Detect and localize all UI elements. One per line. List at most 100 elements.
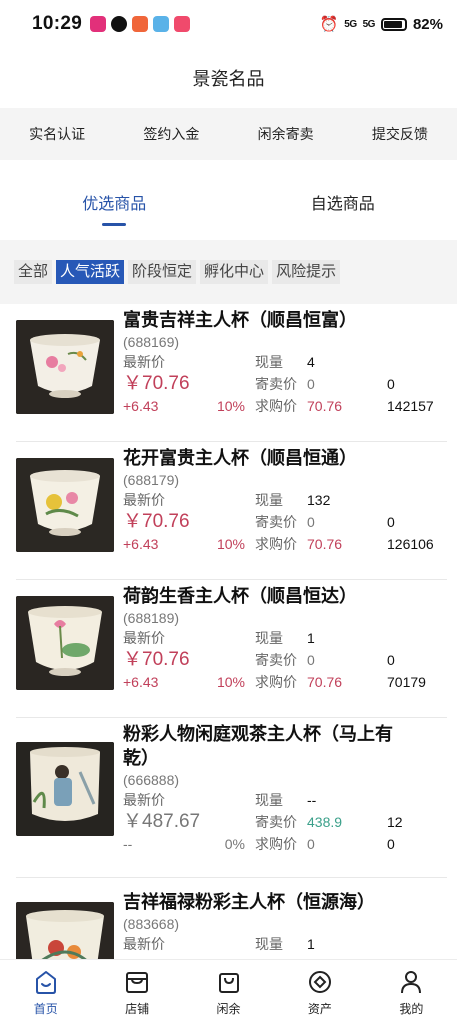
stock-value: -- [307,792,317,808]
change-value: -- [123,836,133,852]
notification-icons [90,16,191,32]
app-notification-icon [132,16,149,32]
consign-price-value: 0 [307,376,315,392]
latest-price-label: 最新价 [123,630,165,646]
change-percent: 10% [216,398,245,414]
bid-qty-value: 126106 [387,536,434,552]
submit-feedback-button[interactable]: 提交反馈 [343,124,457,144]
tab-featured-label: 优选商品 [82,196,147,213]
product-code: (688169) [123,334,180,350]
bid-qty-value: 70179 [387,674,426,690]
change-value: +6.43 [123,536,159,552]
product-image [16,320,114,414]
assets-icon [308,971,331,993]
nav-shop-label: 店铺 [125,1002,150,1016]
stock-value: 4 [307,354,315,370]
nav-shop[interactable]: 店铺 [91,960,182,1024]
filter-risk-warning[interactable]: 风险提示 [272,260,341,284]
consign-price-label: 寄卖价 [255,514,297,530]
stock-label: 现量 [255,630,283,646]
product-code: (666888) [123,772,180,788]
consign-price-value: 0 [307,652,315,668]
signal-icon: 5G [344,18,357,30]
product-name: 吉祥福禄粉彩主人杯（恒源海） [123,892,375,912]
nav-home[interactable]: 首页 [0,960,91,1024]
consign-qty-value: 0 [387,652,395,668]
filter-tabs: 全部 人气活跃 阶段恒定 孵化中心 风险提示 [0,240,457,304]
product-name-line2: 乾） [123,748,159,768]
shop-icon [126,972,149,993]
bid-price-label: 求购价 [255,536,297,552]
latest-price-label: 最新价 [123,792,165,808]
consign-qty-value: 0 [387,376,395,392]
change-percent: 0% [224,836,245,852]
change-percent: 10% [216,674,245,690]
nav-profile[interactable]: 我的 [366,960,457,1024]
change-value: +6.43 [123,398,159,414]
price-value: ￥70.76 [123,511,190,532]
product-image [16,596,114,690]
page-title: 景瓷名品 [192,69,265,89]
status-time: 10:29 [32,13,83,34]
bid-price-value: 70.76 [307,398,343,414]
product-card[interactable]: 荷韵生香主人杯（顺昌恒达） (688189) 最新价 现量 1 ￥70.76 寄… [16,580,447,718]
bid-qty-value: 142157 [387,398,434,414]
tab-featured[interactable]: 优选商品 [0,170,229,232]
stock-label: 现量 [255,492,283,508]
price-value: ￥70.76 [123,649,190,670]
nav-assets[interactable]: 资产 [274,960,365,1024]
consign-price-value: 0 [307,514,315,530]
product-list: 富贵吉祥主人杯（顺昌恒富） (688169) 最新价 现量 4 ￥70.76 寄… [0,304,457,959]
product-code: (688179) [123,472,180,488]
product-card[interactable]: 花开富贵主人杯（顺昌恒通） (688179) 最新价 现量 132 ￥70.76… [16,442,447,580]
bag-icon [218,973,239,993]
consign-price-label: 寄卖价 [255,376,297,392]
alarm-icon: ⏰ [319,16,339,33]
latest-price-label: 最新价 [123,936,165,952]
home-icon [35,971,56,994]
stock-value: 1 [307,630,315,646]
product-code: (883668) [123,916,180,932]
nav-profile-label: 我的 [399,1002,424,1016]
bid-price-label: 求购价 [255,398,297,414]
battery-level: 82% [412,15,443,33]
latest-price-label: 最新价 [123,492,165,508]
profile-icon [401,971,422,994]
bid-price-label: 求购价 [255,674,297,690]
latest-price-label: 最新价 [123,354,165,370]
bottom-navigation: 首页 店铺 闲余 资产 我的 [0,959,457,1024]
tab-watchlist[interactable]: 自选商品 [229,170,457,232]
change-value: +6.43 [123,674,159,690]
status-bar: 10:29 ⏰ 5G 5G 82% [0,0,457,48]
battery-icon [380,17,407,31]
signal-icon-2: 5G [362,18,376,30]
filter-popular[interactable]: 人气活跃 [56,260,125,284]
filter-all[interactable]: 全部 [14,260,53,284]
filter-incubation[interactable]: 孵化中心 [200,260,269,284]
quick-actions-bar: 实名认证 签约入金 闲余寄卖 提交反馈 [0,108,457,160]
qq-icon [111,16,128,32]
consign-price-label: 寄卖价 [255,652,297,668]
real-name-auth-button[interactable]: 实名认证 [0,124,114,144]
product-card[interactable]: 粉彩人物闲庭观茶主人杯（马上有 乾） (666888) 最新价 现量 -- ￥4… [16,718,447,878]
main-tabs: 优选商品 自选商品 [0,170,457,232]
active-tab-indicator [102,223,127,226]
nav-assets-label: 资产 [307,1002,332,1016]
change-percent: 10% [216,536,245,552]
status-indicators: ⏰ 5G 5G 82% [319,15,443,34]
reader-icon [153,16,170,32]
consign-qty-value: 12 [387,814,403,830]
product-card[interactable]: 富贵吉祥主人杯（顺昌恒富） (688169) 最新价 现量 4 ￥70.76 寄… [16,304,447,442]
tab-watchlist-label: 自选商品 [310,196,375,213]
product-card[interactable]: 吉祥福禄粉彩主人杯（恒源海） (883668) 最新价 现量 1 [16,878,447,959]
sign-deposit-button[interactable]: 签约入金 [114,124,228,144]
product-name: 花开富贵主人杯（顺昌恒通） [123,448,357,468]
stock-value: 132 [307,492,331,508]
nav-idle[interactable]: 闲余 [183,960,274,1024]
filter-stable[interactable]: 阶段恒定 [128,260,197,284]
idle-consign-button[interactable]: 闲余寄卖 [229,124,343,144]
price-value: ￥70.76 [123,373,190,394]
nav-idle-label: 闲余 [216,1002,241,1016]
nav-home-label: 首页 [33,1002,58,1016]
consign-price-label: 寄卖价 [255,814,297,830]
